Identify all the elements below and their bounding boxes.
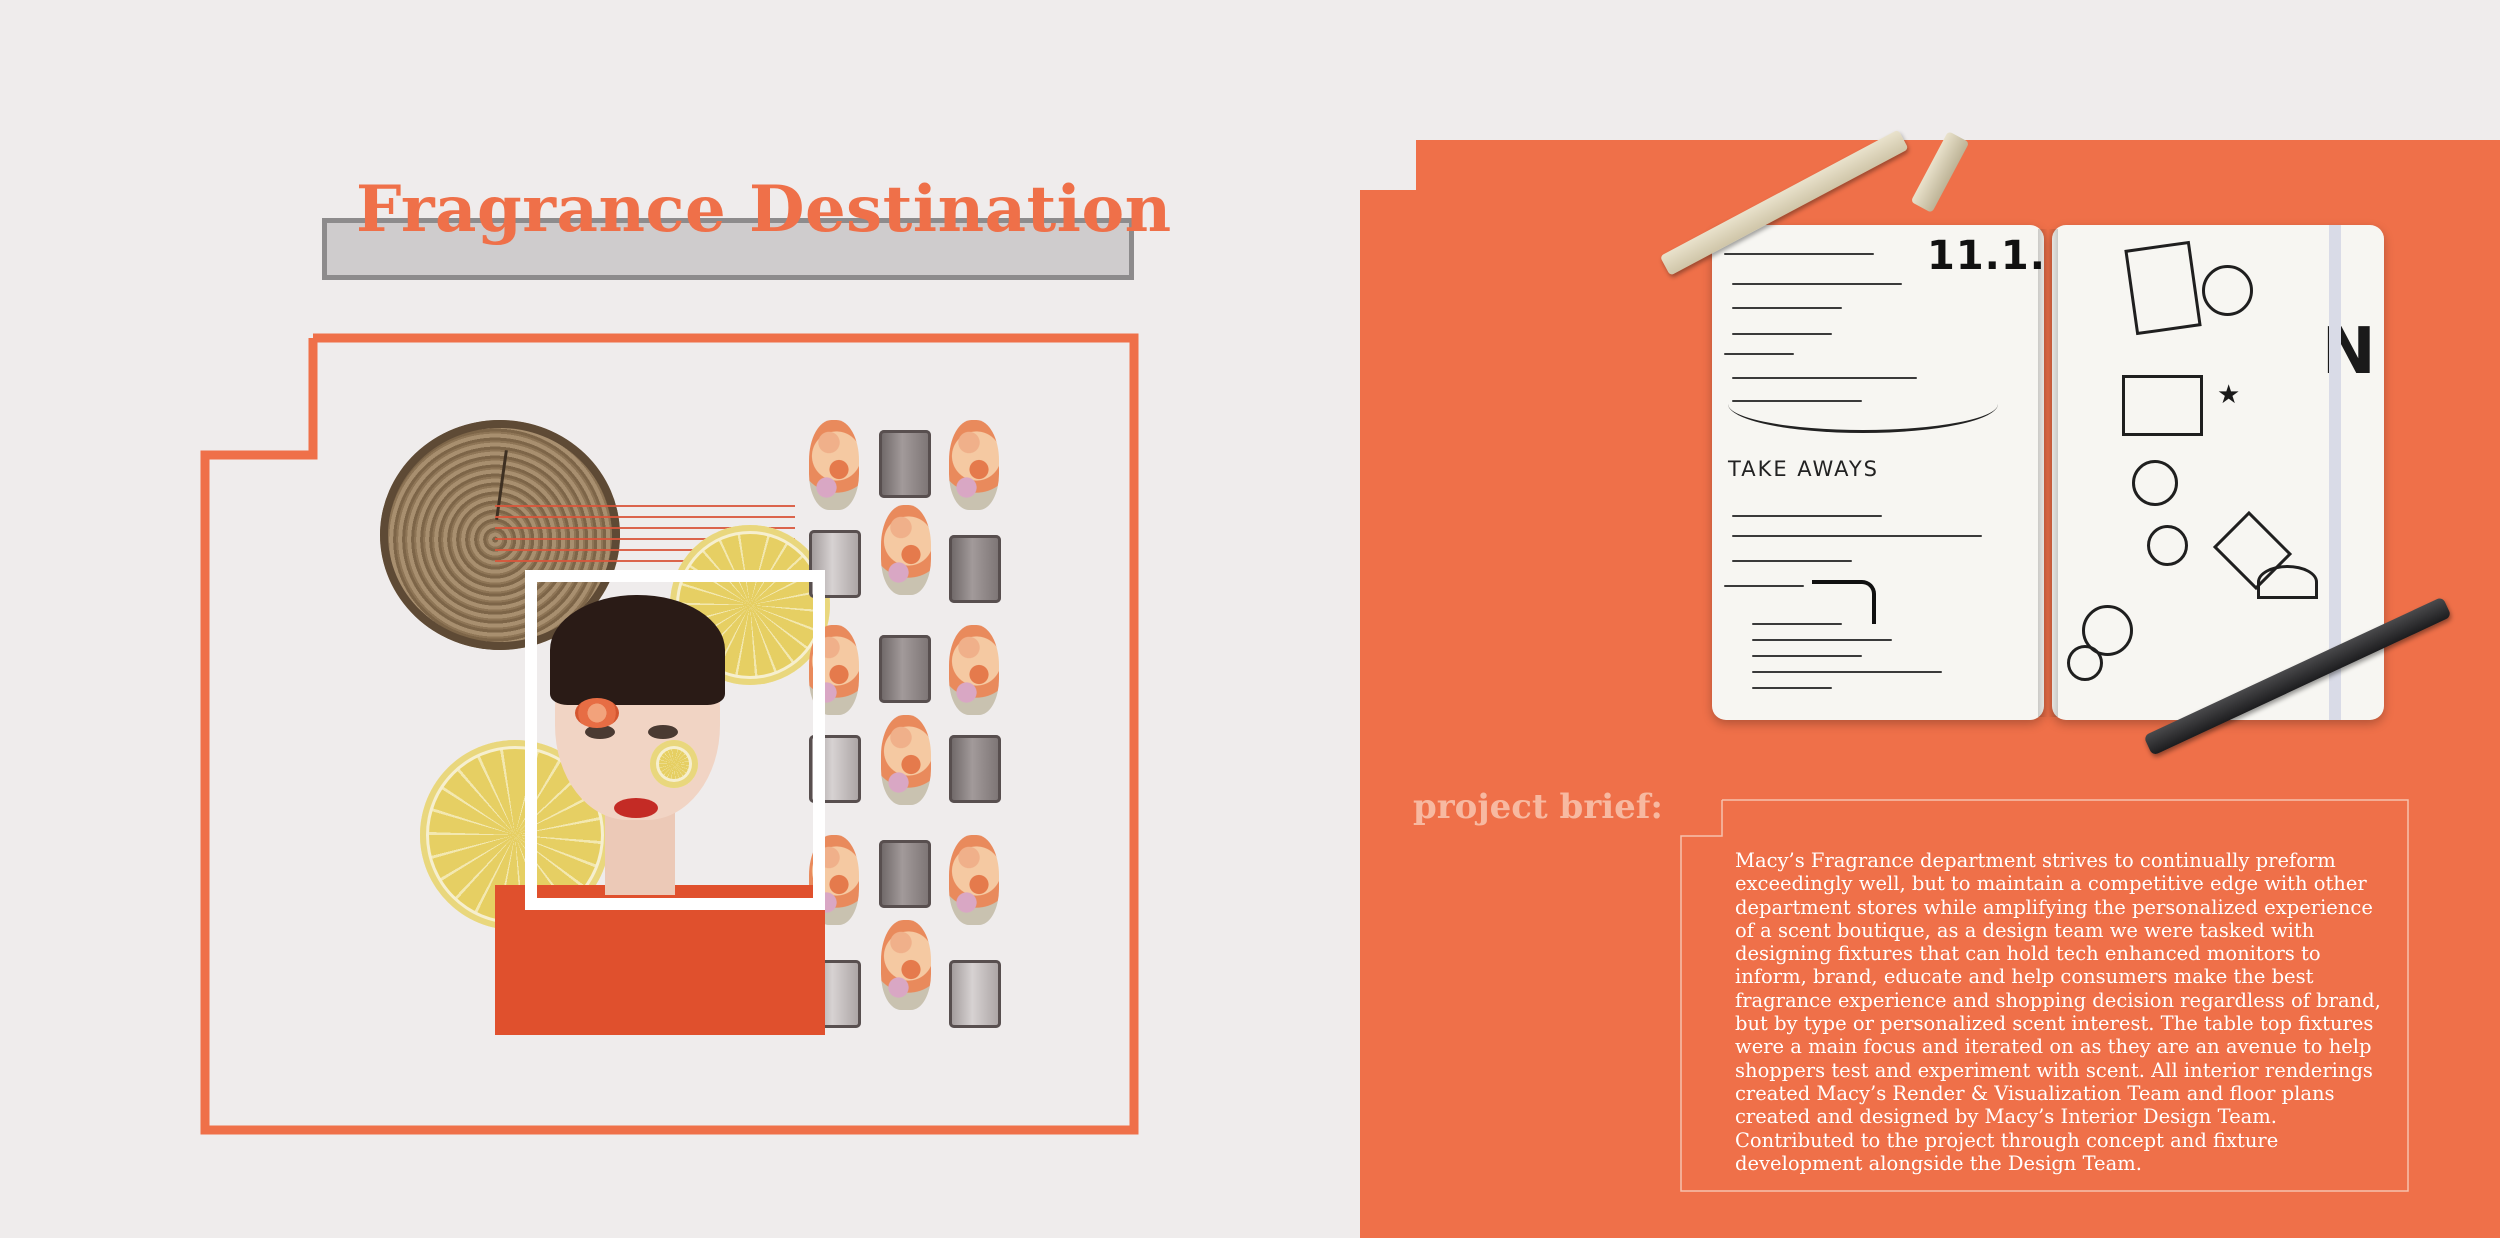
doodle-globe [2202,265,2253,316]
handwriting-line [1724,253,1874,255]
pen-cap-icon [1910,131,1970,213]
perfume-bottle [879,635,931,703]
doodle-umbrella [2257,565,2318,599]
portrait-lips [614,798,658,818]
flower-bouquet [881,920,931,1010]
page-title: Fragrance Destination [356,172,1172,247]
handwriting-line [1732,307,1842,309]
flower-eyelash [575,698,619,728]
sketch-date: 11.1.18 [1927,233,2044,279]
doodle-bear [2132,460,2178,506]
flower-bouquet [949,420,999,510]
arrow-doodle [1812,580,1876,624]
doodle-box [2124,240,2202,336]
perfume-bottle [949,960,1001,1028]
doodle-circle [2067,645,2103,681]
flower-bouquet [881,505,931,595]
sketchbook-left-page: TAKE AWAYS 11.1.18 [1712,225,2044,720]
flower-bouquet [809,420,859,510]
handwriting-line [1752,687,1832,689]
handwriting-line [1752,655,1862,657]
handwriting-line [1732,515,1882,517]
handwriting-line [1752,623,1842,625]
handwriting-line [1732,283,1902,285]
handwriting-line [1732,535,1982,537]
sketchbook-photo: TAKE AWAYS 11.1.18 ★ N [1712,225,2387,720]
takeaways-heading: TAKE AWAYS [1728,457,1880,481]
perfume-bottle [949,535,1001,603]
perfume-column [875,430,937,1050]
flower-bouquet [881,715,931,805]
doodle-globe [2147,525,2188,566]
handwriting-line [1732,560,1852,562]
perfume-column [945,420,1007,1040]
flower-bouquet [949,625,999,715]
doodle-star: ★ [2217,380,2241,410]
handwriting-line [1724,353,1794,355]
lemon-eye-patch [650,740,698,788]
doodle-building [2122,375,2203,436]
handwriting-line [1724,585,1804,587]
brace-doodle [1728,375,1998,433]
perfume-bottle [949,735,1001,803]
sketchbook-gutter [2038,229,2058,717]
project-brief-label: project brief: [1413,787,1663,827]
perfume-bottle [879,840,931,908]
handwriting-line [1752,639,1892,641]
portrait-eye [648,725,678,739]
flower-bouquet [949,835,999,925]
handwriting-line [1752,671,1942,673]
project-brief-text: Macy’s Fragrance department strives to c… [1735,849,2381,1175]
handwriting-line [1732,333,1832,335]
perfume-bottle [879,430,931,498]
collage-image [380,410,1020,1050]
